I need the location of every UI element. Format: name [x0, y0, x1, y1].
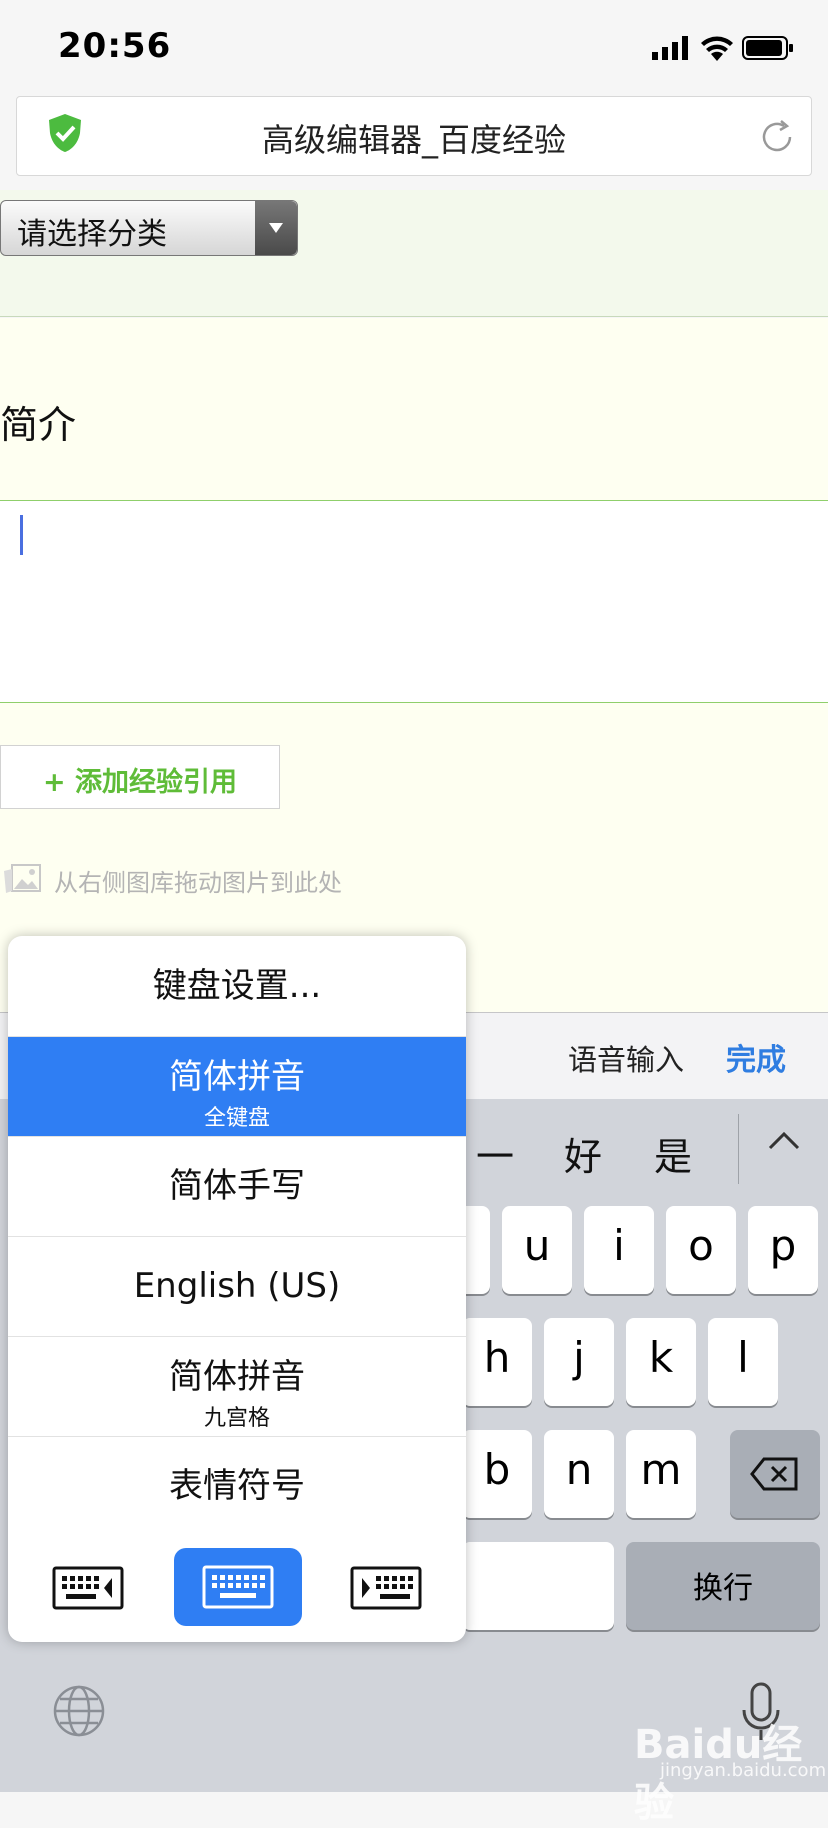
add-reference-label: + 添加经验引用 [42, 767, 238, 798]
key-b[interactable]: b [462, 1430, 532, 1518]
popup-item-label: 键盘设置... [152, 966, 322, 1006]
chevron-up-icon[interactable] [766, 1128, 802, 1156]
key-p[interactable]: p [748, 1206, 818, 1294]
chevron-down-icon[interactable] [255, 201, 297, 255]
popup-item-label: 表情符号 [169, 1466, 305, 1506]
done-button[interactable]: 完成 [726, 1035, 786, 1079]
return-key[interactable]: 换行 [626, 1542, 820, 1630]
key-j[interactable]: j [544, 1318, 614, 1406]
popup-item-english-us[interactable]: English (US) [8, 1237, 466, 1337]
keyboard-switcher-popup: 键盘设置... 简体拼音 全键盘 简体手写 English (US) 简体拼音 … [8, 936, 466, 1642]
candidate-divider [738, 1114, 739, 1184]
backspace-key[interactable] [730, 1430, 820, 1518]
intro-editor[interactable] [0, 501, 828, 703]
globe-icon[interactable] [52, 1684, 106, 1742]
key-u[interactable]: u [502, 1206, 572, 1294]
backspace-icon [750, 1453, 800, 1502]
popup-item-sublabel: 九宫格 [203, 1406, 270, 1431]
key-l[interactable]: l [708, 1318, 778, 1406]
popup-item-keyboard-settings[interactable]: 键盘设置... [8, 936, 466, 1037]
popup-item-pinyin-full[interactable]: 简体拼音 全键盘 [8, 1037, 466, 1137]
image-icon [2, 863, 42, 899]
reload-icon[interactable] [757, 117, 797, 161]
popup-item-sublabel: 全键盘 [203, 1106, 270, 1131]
text-cursor [20, 515, 23, 555]
intro-heading: 简介 [0, 403, 77, 447]
key-k[interactable]: k [626, 1318, 696, 1406]
keyboard-full-mode-icon[interactable] [174, 1548, 302, 1626]
key-o[interactable]: o [666, 1206, 736, 1294]
key-n[interactable]: n [544, 1430, 614, 1518]
category-bar: 请选择分类 [0, 190, 828, 317]
drag-image-hint: 从右侧图库拖动图片到此处 [54, 869, 342, 897]
wifi-icon [700, 34, 734, 66]
space-key[interactable] [462, 1542, 614, 1630]
popup-item-handwriting[interactable]: 简体手写 [8, 1137, 466, 1237]
candidate-item[interactable]: 是 [654, 1126, 692, 1181]
address-bar[interactable]: 高级编辑器_百度经验 [16, 96, 812, 176]
status-bar: 20:56 [0, 0, 828, 96]
return-key-label: 换行 [693, 1571, 753, 1606]
keyboard-right-mode-icon[interactable] [350, 1566, 422, 1614]
popup-item-label: English (US) [133, 1266, 341, 1306]
watermark-url: jingyan.baidu.com [660, 1760, 827, 1781]
key-i[interactable]: i [584, 1206, 654, 1294]
candidate-item[interactable]: 好 [564, 1126, 602, 1181]
category-select[interactable]: 请选择分类 [0, 200, 298, 256]
category-select-label: 请选择分类 [17, 217, 167, 252]
cellular-signal-icon [652, 36, 692, 64]
voice-input-button[interactable]: 语音输入 [568, 1037, 684, 1079]
popup-item-label: 简体手写 [169, 1166, 305, 1206]
popup-item-label: 简体拼音 [169, 1057, 305, 1097]
key-h[interactable]: h [462, 1318, 532, 1406]
intro-section: 简介 [0, 318, 828, 501]
battery-icon [742, 36, 794, 66]
candidate-item[interactable]: 一 [476, 1126, 514, 1181]
key-m[interactable]: m [626, 1430, 696, 1518]
popup-item-label: 简体拼音 [169, 1357, 305, 1397]
add-reference-button[interactable]: + 添加经验引用 [0, 745, 280, 809]
keyboard-left-mode-icon[interactable] [52, 1566, 124, 1614]
status-time: 20:56 [58, 26, 172, 66]
popup-item-emoji[interactable]: 表情符号 [8, 1437, 466, 1536]
page-title: 高级编辑器_百度经验 [261, 121, 566, 159]
popup-item-pinyin-9key[interactable]: 简体拼音 九宫格 [8, 1337, 466, 1437]
